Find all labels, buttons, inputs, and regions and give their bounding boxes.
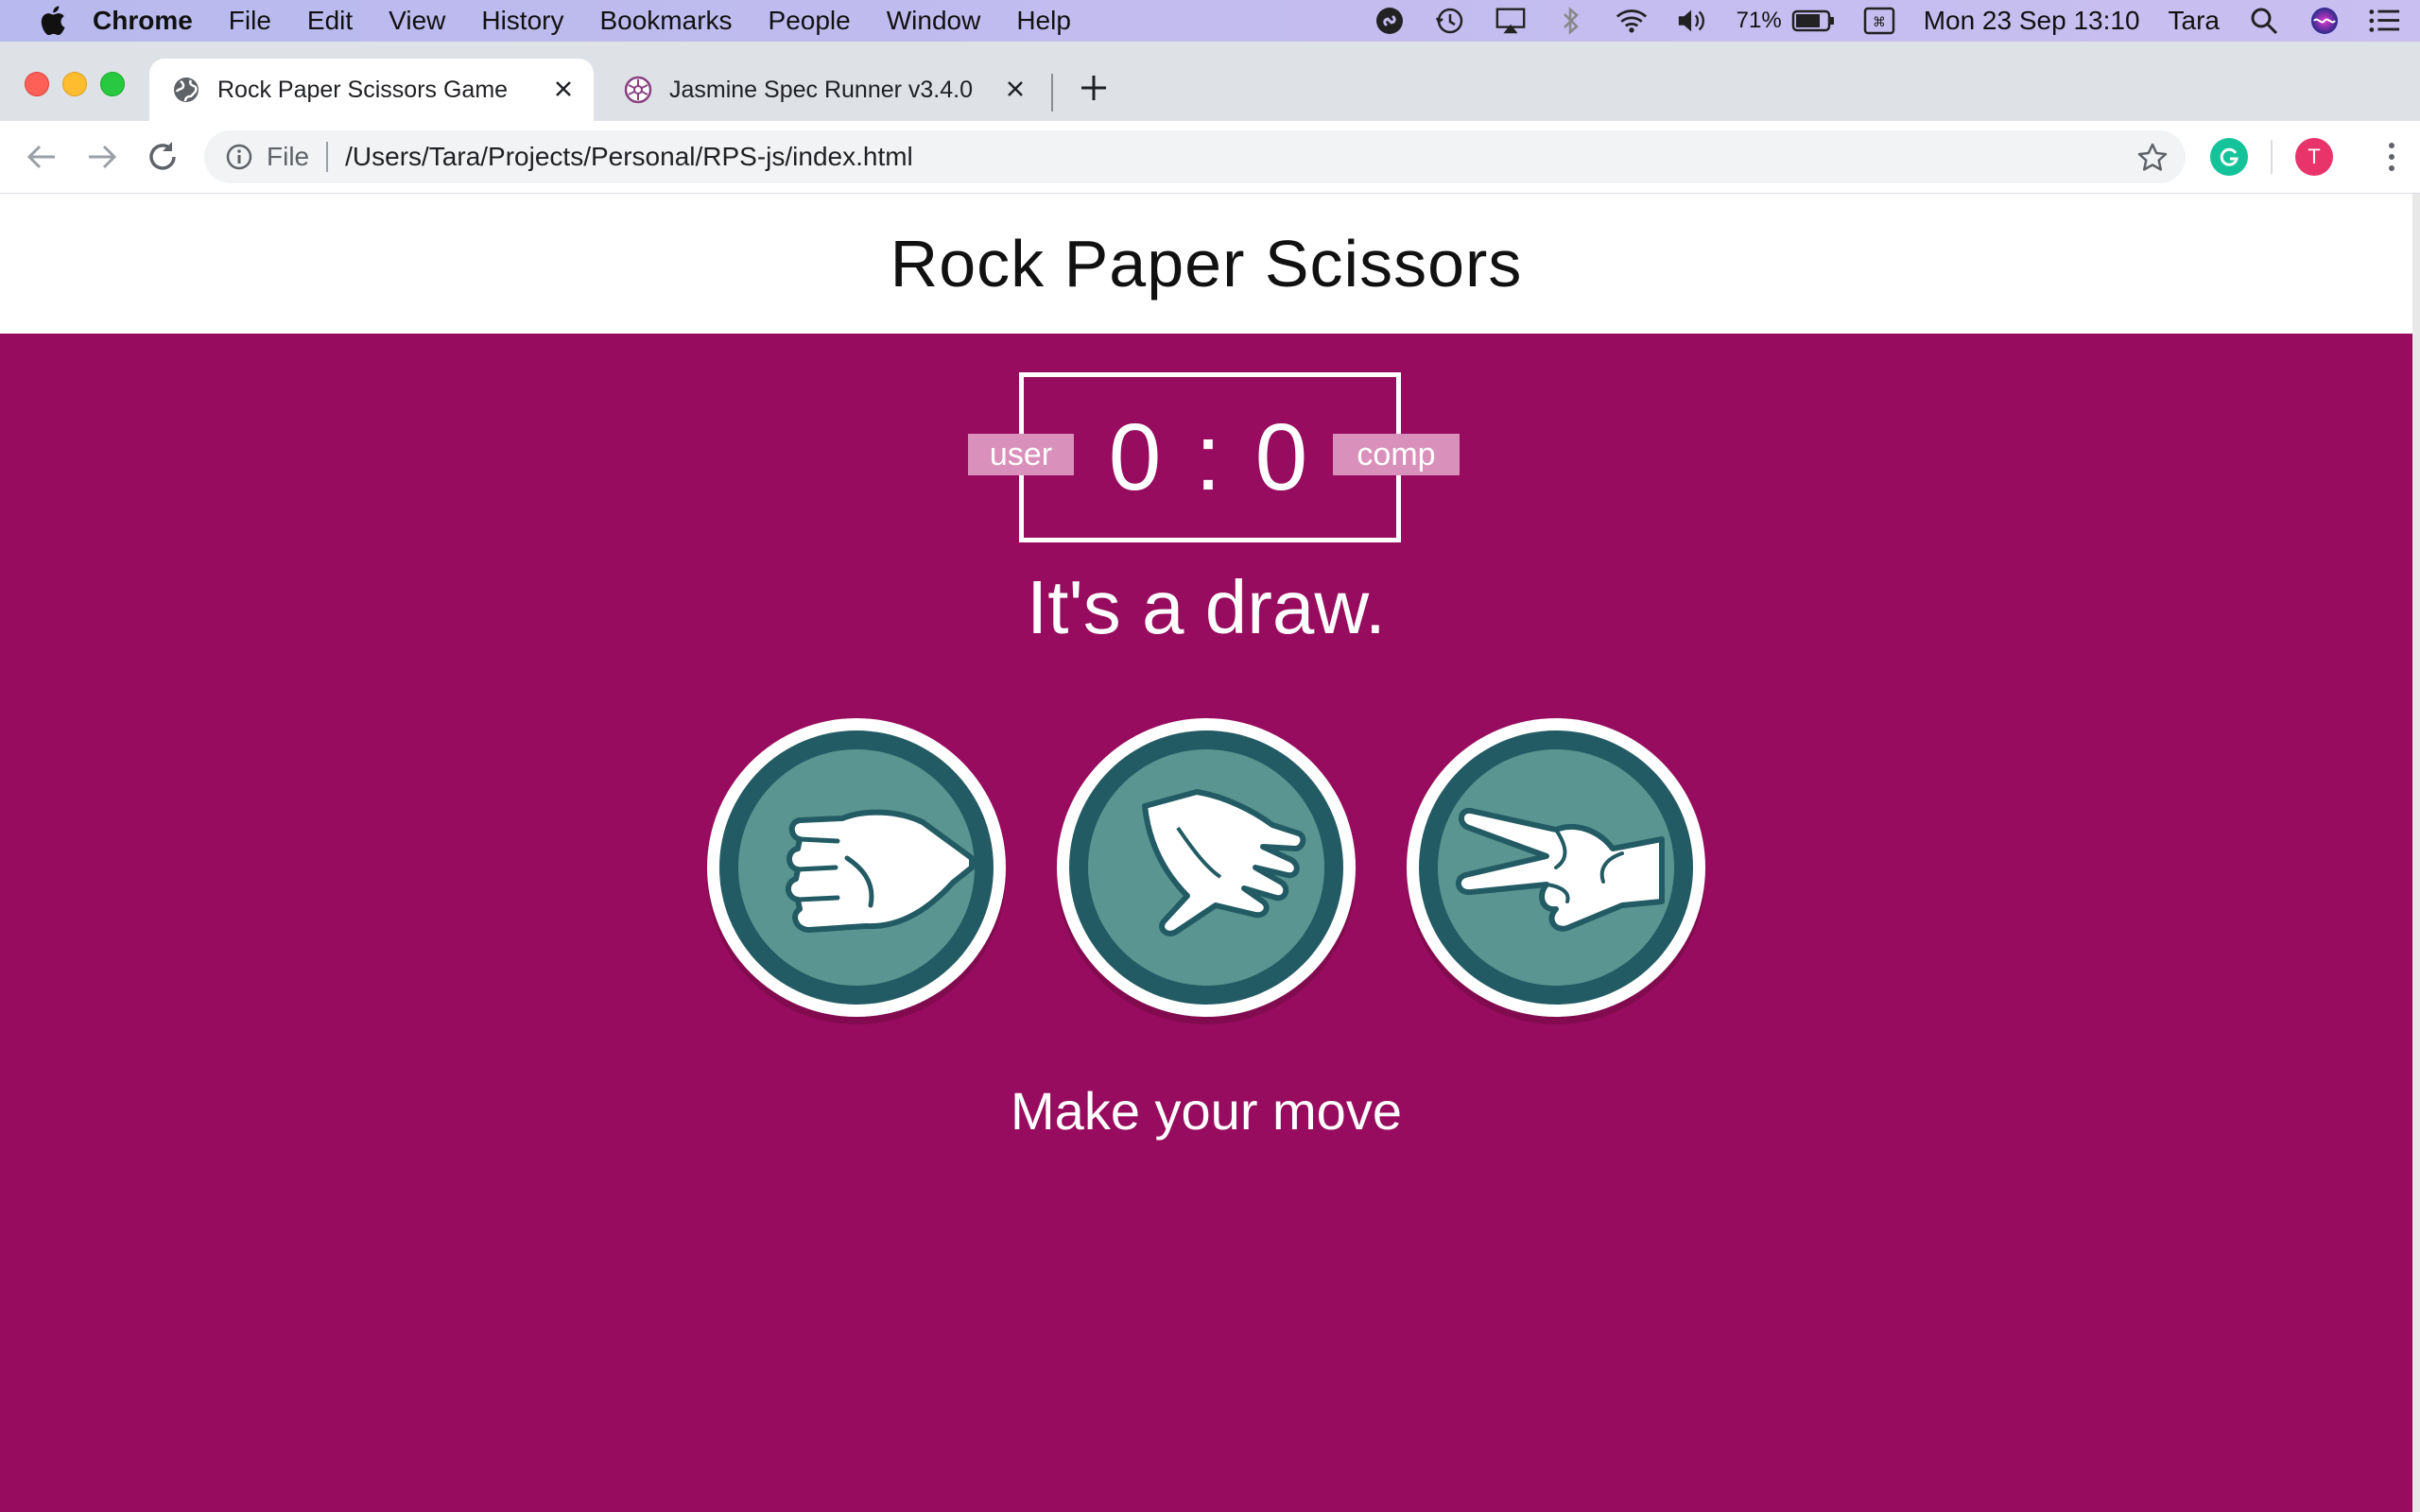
time-machine-icon[interactable] bbox=[1434, 5, 1466, 37]
paper-choice-button[interactable] bbox=[1055, 716, 1357, 1028]
omnibox-separator bbox=[326, 142, 329, 172]
bluetooth-icon[interactable] bbox=[1555, 5, 1587, 37]
menu-history[interactable]: History bbox=[481, 6, 563, 36]
menu-help[interactable]: Help bbox=[1016, 6, 1071, 36]
tab-rock-paper-scissors[interactable]: Rock Paper Scissors Game bbox=[149, 59, 594, 121]
airplay-icon[interactable] bbox=[1495, 5, 1527, 37]
globe-icon bbox=[174, 77, 199, 102]
url-scheme-label: File bbox=[267, 142, 310, 171]
jasmine-logo-icon bbox=[624, 76, 652, 104]
tab-close-icon[interactable] bbox=[1004, 77, 1027, 100]
window-minimize-button[interactable] bbox=[62, 72, 87, 96]
tab-title: Rock Paper Scissors Game bbox=[217, 76, 509, 103]
wifi-icon[interactable] bbox=[1616, 5, 1648, 37]
keyboard-shortcut-icon[interactable]: ⌘ bbox=[1863, 5, 1895, 37]
back-arrow-icon[interactable] bbox=[23, 138, 60, 176]
forward-arrow-icon[interactable] bbox=[83, 138, 121, 176]
menu-edit[interactable]: Edit bbox=[307, 6, 353, 36]
battery-icon[interactable] bbox=[1791, 5, 1835, 37]
tab-title: Jasmine Spec Runner v3.4.0 bbox=[669, 76, 974, 103]
toolbar-separator bbox=[2271, 140, 2273, 174]
tab-jasmine-spec-runner[interactable]: Jasmine Spec Runner v3.4.0 bbox=[601, 59, 1046, 121]
battery-percent: 71% bbox=[1736, 8, 1782, 33]
menu-app-chrome[interactable]: Chrome bbox=[93, 6, 193, 36]
window-close-button[interactable] bbox=[25, 72, 49, 96]
svg-text:⌘: ⌘ bbox=[1873, 15, 1886, 30]
menu-file[interactable]: File bbox=[229, 6, 271, 36]
notification-center-icon[interactable] bbox=[2369, 5, 2401, 37]
move-prompt: Make your move bbox=[1011, 1081, 1402, 1141]
menu-bookmarks[interactable]: Bookmarks bbox=[599, 6, 732, 36]
bookmark-star-icon[interactable] bbox=[2136, 142, 2169, 174]
menubar-user[interactable]: Tara bbox=[2169, 6, 2220, 36]
tab-separator bbox=[1051, 74, 1053, 112]
menu-window[interactable]: Window bbox=[887, 6, 981, 36]
reload-icon[interactable] bbox=[144, 138, 182, 176]
new-tab-plus-icon[interactable] bbox=[1078, 72, 1110, 104]
site-info-icon[interactable] bbox=[225, 143, 253, 171]
page-scrollbar[interactable] bbox=[2412, 194, 2420, 1512]
menu-people[interactable]: People bbox=[769, 6, 851, 36]
url-text[interactable]: /Users/Tara/Projects/Personal/RPS-js/ind… bbox=[345, 142, 913, 172]
browser-toolbar: File /Users/Tara/Projects/Personal/RPS-j… bbox=[0, 121, 2420, 195]
browser-tab-strip: Rock Paper Scissors Game Jasmine Spec Ru… bbox=[0, 42, 2420, 121]
page-title: Rock Paper Scissors bbox=[890, 227, 1523, 301]
apple-logo-icon[interactable] bbox=[38, 5, 66, 37]
rock-choice-button[interactable] bbox=[705, 716, 1008, 1028]
game-area: 0 : 0 user comp It's a draw. Make your m… bbox=[0, 334, 2412, 1512]
profile-avatar[interactable]: T bbox=[2295, 138, 2333, 176]
menu-view[interactable]: View bbox=[389, 6, 445, 36]
page-header: Rock Paper Scissors bbox=[0, 194, 2412, 334]
rock-fist-icon bbox=[707, 718, 1006, 1024]
chrome-menu-icon[interactable] bbox=[2382, 140, 2401, 174]
paper-hand-icon bbox=[1057, 718, 1356, 1024]
tab-close-icon[interactable] bbox=[552, 77, 575, 100]
spotlight-search-icon[interactable] bbox=[2248, 5, 2280, 37]
address-bar[interactable]: File /Users/Tara/Projects/Personal/RPS-j… bbox=[204, 130, 2186, 183]
shazam-icon[interactable] bbox=[1374, 5, 1406, 37]
result-message: It's a draw. bbox=[1027, 565, 1386, 649]
scissors-hand-icon bbox=[1407, 718, 1705, 1024]
window-zoom-button[interactable] bbox=[100, 72, 125, 96]
volume-icon[interactable] bbox=[1676, 5, 1708, 37]
menubar-clock[interactable]: Mon 23 Sep 13:10 bbox=[1924, 6, 2140, 36]
macos-menu-bar: Chrome File Edit View History Bookmarks … bbox=[0, 0, 2420, 42]
scissors-choice-button[interactable] bbox=[1405, 716, 1707, 1028]
grammarly-extension-icon[interactable] bbox=[2210, 138, 2248, 176]
user-score-label: user bbox=[968, 434, 1074, 475]
siri-icon[interactable] bbox=[2308, 5, 2341, 37]
comp-score-label: comp bbox=[1333, 434, 1460, 475]
